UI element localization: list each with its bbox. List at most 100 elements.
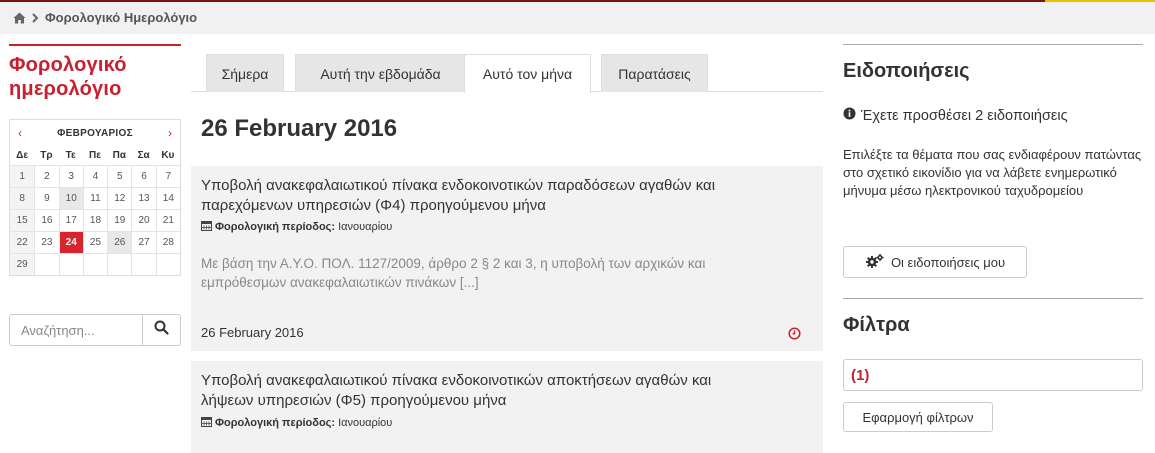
- calendar-days: 1 2 3 4 5 6 7 8 9 10 11 12 13 14 15 16 17 18 19 20 21 22 23 24 2…: [10, 165, 180, 275]
- calendar-header: ‹ ΦΕΒΡΟΥΑΡΙΟΣ ›: [10, 120, 180, 146]
- chevron-right-icon: [32, 12, 39, 23]
- calendar-weekday: Δε: [16, 150, 29, 161]
- topbar-accent: [1045, 0, 1155, 2]
- page-title: Φορολογικό ημερολόγιο: [9, 53, 181, 101]
- calendar-weekday: Κυ: [161, 150, 175, 161]
- tab-this-month[interactable]: Αυτό τον μήνα: [464, 54, 591, 93]
- calendar-month: ΦΕΒΡΟΥΑΡΙΟΣ: [57, 127, 133, 139]
- event-title[interactable]: Υποβολή ανακεφαλαιωτικού πίνακα ενδοκοιν…: [201, 176, 801, 216]
- event-card: Υποβολή ανακεφαλαιωτικού πίνακα ενδοκοιν…: [191, 361, 823, 453]
- calendar-empty-cell: [82, 253, 108, 275]
- calendar-day[interactable]: 25: [82, 231, 108, 253]
- calendar-day[interactable]: 23: [34, 231, 59, 253]
- event-title-line2[interactable]: λήψεων υπηρεσιών (Φ5) προηγούμενου μήνα: [201, 391, 801, 411]
- event-title-line1[interactable]: Υποβολή ανακεφαλαιωτικού πίνακα ενδοκοιν…: [201, 371, 801, 391]
- calendar-day[interactable]: 19: [107, 209, 132, 231]
- calendar-weekday: Πα: [112, 150, 126, 161]
- calendar-icon: [201, 416, 212, 430]
- calendar-day[interactable]: 29: [10, 253, 35, 275]
- breadcrumb-current[interactable]: Φορολογικό Ημερολόγιο: [45, 10, 197, 25]
- calendar-day[interactable]: 12: [107, 187, 132, 209]
- sidebar: Φορολογικό ημερολόγιο: [9, 44, 181, 101]
- tab-today[interactable]: Σήμερα: [206, 54, 284, 92]
- page-title-line2: ημερολόγιο: [9, 78, 122, 100]
- event-title[interactable]: Υποβολή ανακεφαλαιωτικού πίνακα ενδοκοιν…: [201, 371, 801, 411]
- event-period-label: Φορολογική περίοδος:: [215, 221, 336, 233]
- page-title-line1: Φορολογικό: [9, 54, 127, 76]
- search-box: [9, 314, 181, 346]
- calendar-day[interactable]: 26: [107, 231, 132, 253]
- event-period: Φορολογική περίοδος: Ιανουαρίου: [201, 220, 392, 234]
- event-excerpt-line2: εμπρόθεσμων ανακεφαλαιωτικών πινάκων [..…: [201, 275, 479, 290]
- calendar-day[interactable]: 4: [82, 165, 108, 187]
- calendar-day[interactable]: 17: [58, 209, 83, 231]
- calendar-empty-cell: [34, 253, 59, 275]
- calendar-day[interactable]: 8: [10, 187, 35, 209]
- event-excerpt-line1: Με βάση την Α.Υ.Ο. ΠΟΛ. 1127/2009, άρθρο…: [201, 256, 706, 271]
- event-card: Υποβολή ανακεφαλαιωτικού πίνακα ενδοκοιν…: [191, 166, 823, 351]
- calendar-day[interactable]: 13: [131, 187, 156, 209]
- calendar-day[interactable]: 14: [155, 187, 180, 209]
- search-icon: [154, 320, 169, 340]
- search-input[interactable]: [10, 315, 142, 345]
- calendar-day[interactable]: 11: [82, 187, 108, 209]
- calendar-prev-button[interactable]: ‹: [18, 126, 22, 140]
- calendar-day[interactable]: 27: [131, 231, 156, 253]
- calendar-day[interactable]: 1: [10, 165, 35, 187]
- calendar-day[interactable]: 28: [155, 231, 180, 253]
- calendar-day[interactable]: 10: [58, 187, 83, 209]
- tab-extensions[interactable]: Παρατάσεις: [601, 54, 708, 92]
- calendar-weekday: Τε: [65, 150, 76, 161]
- calendar-day[interactable]: 15: [10, 209, 35, 231]
- filters-value: (1): [851, 366, 870, 384]
- notifications-heading: Ειδοποιήσεις: [843, 60, 970, 82]
- notifications-info-text: Έχετε προσθέσει 2 ειδοποιήσεις: [861, 107, 1068, 124]
- calendar-weekday: Σα: [137, 150, 150, 161]
- calendar-day[interactable]: 21: [155, 209, 180, 231]
- my-notifications-button[interactable]: Οι ειδοποιήσεις μου: [843, 246, 1027, 278]
- date-heading: 26 February 2016: [201, 115, 398, 142]
- calendar-empty-cell: [58, 253, 83, 275]
- calendar-empty-cell: [107, 253, 132, 275]
- filters-field[interactable]: (1): [843, 359, 1143, 391]
- calendar-day[interactable]: 9: [34, 187, 59, 209]
- calendar-day[interactable]: 7: [155, 165, 180, 187]
- gears-icon: [865, 253, 885, 272]
- period-tabs: Σήμερα Αυτή την εβδομάδα Αυτό τον μήνα Π…: [191, 54, 823, 93]
- calendar-day[interactable]: 5: [107, 165, 132, 187]
- home-icon[interactable]: [13, 12, 26, 24]
- divider: [843, 44, 1143, 45]
- filters-heading: Φίλτρα: [843, 314, 910, 336]
- event-period-label: Φορολογική περίοδος:: [215, 417, 336, 429]
- calendar-day[interactable]: 22: [10, 231, 35, 253]
- calendar-day[interactable]: 20: [131, 209, 156, 231]
- event-period-value: Ιανουαρίου: [338, 417, 393, 429]
- calendar-empty-cell: [155, 253, 180, 275]
- calendar-day-today[interactable]: 24: [58, 231, 83, 253]
- event-period: Φορολογική περίοδος: Ιανουαρίου: [201, 416, 392, 430]
- calendar-weekdays: Δε Τρ Τε Πε Πα Σα Κυ: [10, 146, 180, 165]
- sidebar-title-rule: [9, 44, 181, 46]
- event-period-value: Ιανουαρίου: [338, 221, 393, 233]
- mini-calendar: ‹ ΦΕΒΡΟΥΑΡΙΟΣ › Δε Τρ Τε Πε Πα Σα Κυ 123456789…: [9, 119, 181, 276]
- calendar-day[interactable]: 2: [34, 165, 59, 187]
- event-title-line2[interactable]: παρεχόμενων υπηρεσιών (Φ4) προηγούμενου …: [201, 196, 801, 216]
- calendar-empty-cell: [131, 253, 156, 275]
- event-date: 26 February 2016: [201, 325, 304, 340]
- event-title-line1[interactable]: Υποβολή ανακεφαλαιωτικού πίνακα ενδοκοιν…: [201, 176, 801, 196]
- calendar-next-button[interactable]: ›: [168, 126, 172, 140]
- apply-filters-button[interactable]: Εφαρμογή φίλτρων: [843, 402, 993, 432]
- calendar-day[interactable]: 6: [131, 165, 156, 187]
- breadcrumb: Φορολογικό Ημερολόγιο: [13, 10, 197, 25]
- calendar-day[interactable]: 18: [82, 209, 108, 231]
- info-icon: [843, 107, 856, 124]
- calendar-icon: [201, 220, 212, 234]
- clock-icon[interactable]: [788, 327, 801, 345]
- notifications-description: Επιλέξτε τα θέματα που σας ενδιαφέρουν π…: [843, 147, 1142, 198]
- calendar-day[interactable]: 3: [58, 165, 83, 187]
- calendar-day[interactable]: 16: [34, 209, 59, 231]
- tab-this-week[interactable]: Αυτή την εβδομάδα: [295, 54, 466, 92]
- calendar-weekday: Τρ: [40, 150, 53, 161]
- search-button[interactable]: [142, 315, 180, 345]
- calendar-weekday: Πε: [89, 150, 101, 161]
